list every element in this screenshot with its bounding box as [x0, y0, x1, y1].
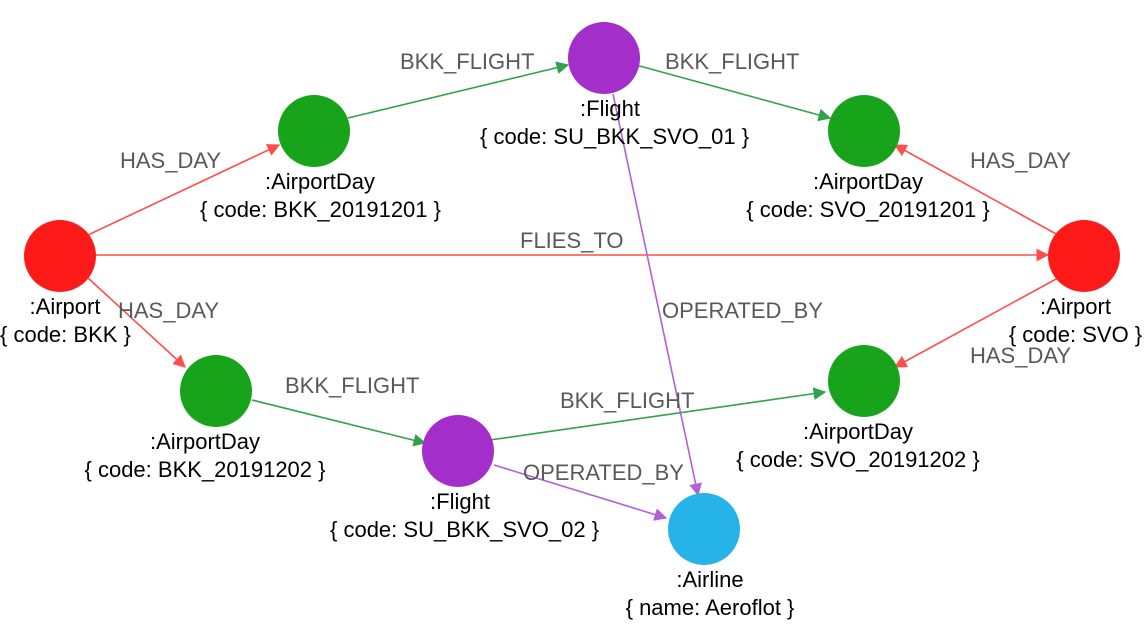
node-airport-svo — [1048, 220, 1120, 292]
label-airportday-svo-2: :AirportDay { code: SVO_20191202 } — [723, 418, 993, 473]
label-airportday-bkk-2-props: { code: BKK_20191202 } — [85, 457, 326, 482]
edge-label-bkk-flight-2: BKK_FLIGHT — [665, 49, 799, 75]
label-airport-svo-type: :Airport — [1040, 294, 1111, 319]
label-airportday-bkk-1-props: { code: BKK_20191201 } — [200, 197, 441, 222]
label-flight-1-type: :Flight — [580, 96, 640, 121]
label-flight-1: :Flight { code: SU_BKK_SVO_01 } — [480, 95, 740, 150]
node-airportday-bkk-2 — [180, 355, 252, 427]
label-airportday-bkk-2: :AirportDay { code: BKK_20191202 } — [80, 428, 330, 483]
label-airportday-svo-1-props: { code: SVO_20191201 } — [746, 197, 989, 222]
label-flight-2-type: :Flight — [430, 489, 490, 514]
edge-label-flies-to: FLIES_TO — [520, 228, 624, 254]
edge-operated-by-1 — [613, 94, 698, 495]
label-airportday-svo-2-props: { code: SVO_20191202 } — [736, 447, 979, 472]
edge-label-operated-by-1: OPERATED_BY — [662, 298, 823, 324]
label-airport-bkk: :Airport { code: BKK } — [0, 293, 130, 348]
label-airportday-bkk-1: :AirportDay { code: BKK_20191201 } — [200, 168, 440, 223]
label-flight-1-props: { code: SU_BKK_SVO_01 } — [480, 124, 749, 149]
edge-label-bkk-flight-1: BKK_FLIGHT — [400, 49, 534, 75]
node-flight-1 — [568, 22, 640, 94]
label-airport-bkk-type: :Airport — [30, 294, 101, 319]
label-flight-2-props: { code: SU_BKK_SVO_02 } — [330, 517, 599, 542]
node-airport-bkk — [24, 220, 96, 292]
label-airline: :Airline { name: Aeroflot } — [610, 566, 810, 621]
edge-label-bkk-flight-4: BKK_FLIGHT — [560, 388, 694, 414]
label-airportday-bkk-1-type: :AirportDay — [265, 169, 375, 194]
edge-label-has-day-2: HAS_DAY — [118, 298, 219, 324]
label-flight-2: :Flight { code: SU_BKK_SVO_02 } — [330, 488, 590, 543]
label-airport-svo-props: { code: SVO } — [1009, 322, 1142, 347]
node-airportday-svo-2 — [828, 345, 900, 417]
edge-label-bkk-flight-3: BKK_FLIGHT — [285, 373, 419, 399]
node-flight-2 — [422, 415, 494, 487]
graph-canvas: HAS_DAY HAS_DAY HAS_DAY HAS_DAY FLIES_TO… — [0, 0, 1144, 641]
label-airportday-svo-2-type: :AirportDay — [803, 419, 913, 444]
label-airline-props: { name: Aeroflot } — [626, 595, 795, 620]
label-airportday-svo-1: :AirportDay { code: SVO_20191201 } — [743, 168, 993, 223]
node-airline — [668, 493, 740, 565]
label-airport-bkk-props: { code: BKK } — [0, 322, 131, 347]
label-airportday-bkk-2-type: :AirportDay — [150, 429, 260, 454]
label-airport-svo: :Airport { code: SVO } — [1008, 293, 1143, 348]
node-airportday-svo-1 — [828, 95, 900, 167]
node-airportday-bkk-1 — [278, 95, 350, 167]
label-airportday-svo-1-type: :AirportDay — [813, 169, 923, 194]
edge-label-operated-by-2: OPERATED_BY — [523, 460, 684, 486]
label-airline-type: :Airline — [676, 567, 743, 592]
